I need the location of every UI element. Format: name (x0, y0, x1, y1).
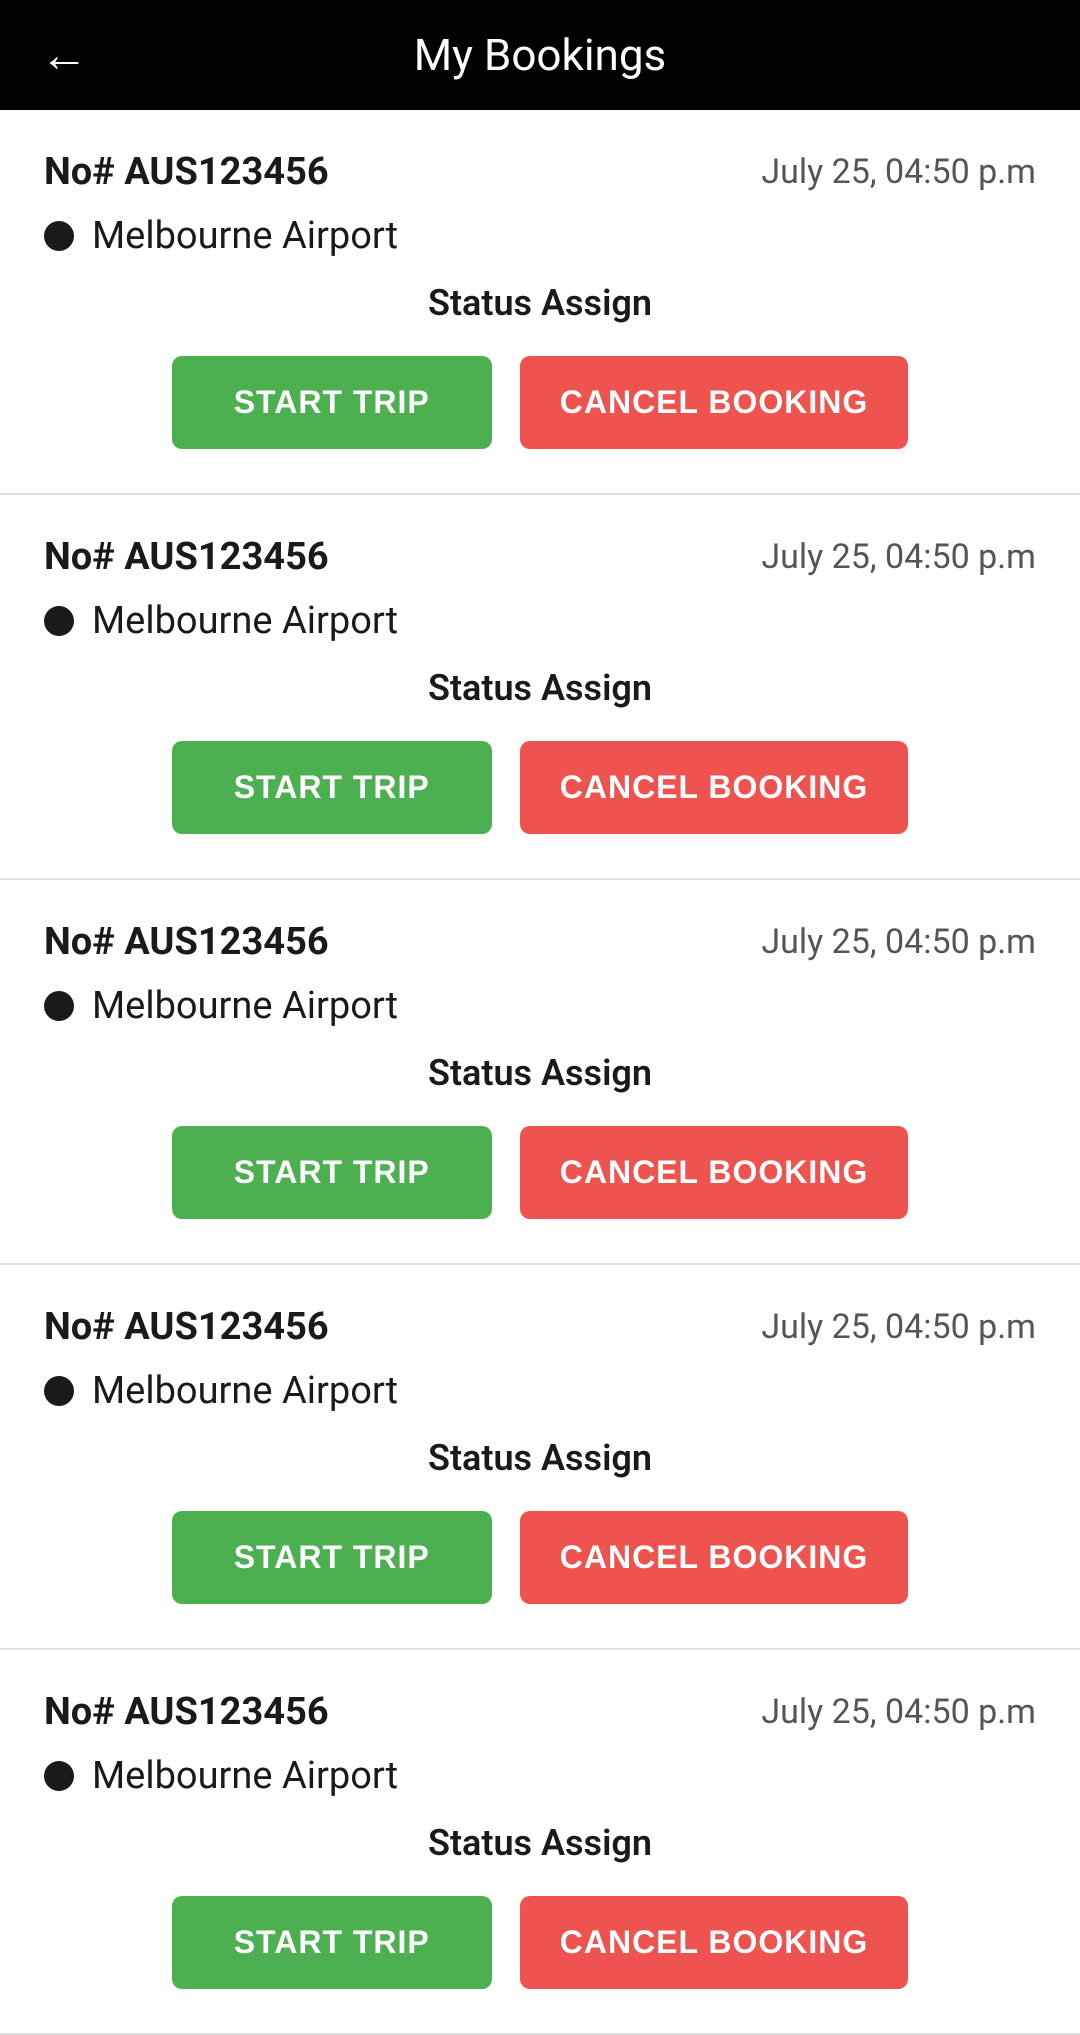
booking-item-1: No# AUS123456 July 25, 04:50 p.m Melbour… (0, 110, 1080, 495)
booking-item-4: No# AUS123456 July 25, 04:50 p.m Melbour… (0, 1265, 1080, 1650)
status-label-1: Status Assign (44, 282, 1036, 324)
booking-actions-2: START TRIP CANCEL BOOKING (44, 741, 1036, 834)
booking-header-1: No# AUS123456 July 25, 04:50 p.m (44, 150, 1036, 194)
booking-date-5: July 25, 04:50 p.m (761, 1692, 1036, 1732)
cancel-booking-button-5[interactable]: CANCEL BOOKING (520, 1896, 909, 1989)
location-dot-icon-4 (44, 1376, 74, 1406)
booking-header-5: No# AUS123456 July 25, 04:50 p.m (44, 1690, 1036, 1734)
booking-location-2: Melbourne Airport (44, 599, 1036, 643)
location-dot-icon-1 (44, 221, 74, 251)
booking-location-1: Melbourne Airport (44, 214, 1036, 258)
page-title: My Bookings (414, 29, 666, 81)
location-dot-icon-3 (44, 991, 74, 1021)
booking-item-3: No# AUS123456 July 25, 04:50 p.m Melbour… (0, 880, 1080, 1265)
location-name-5: Melbourne Airport (92, 1754, 398, 1798)
booking-actions-3: START TRIP CANCEL BOOKING (44, 1126, 1036, 1219)
status-label-3: Status Assign (44, 1052, 1036, 1094)
start-trip-button-4[interactable]: START TRIP (172, 1511, 492, 1604)
booking-actions-4: START TRIP CANCEL BOOKING (44, 1511, 1036, 1604)
booking-number-5: No# AUS123456 (44, 1690, 329, 1734)
booking-item-2: No# AUS123456 July 25, 04:50 p.m Melbour… (0, 495, 1080, 880)
location-name-1: Melbourne Airport (92, 214, 398, 258)
booking-item-5: No# AUS123456 July 25, 04:50 p.m Melbour… (0, 1650, 1080, 2035)
booking-actions-5: START TRIP CANCEL BOOKING (44, 1896, 1036, 1989)
cancel-booking-button-1[interactable]: CANCEL BOOKING (520, 356, 909, 449)
location-name-3: Melbourne Airport (92, 984, 398, 1028)
cancel-booking-button-3[interactable]: CANCEL BOOKING (520, 1126, 909, 1219)
booking-date-1: July 25, 04:50 p.m (761, 152, 1036, 192)
booking-header-4: No# AUS123456 July 25, 04:50 p.m (44, 1305, 1036, 1349)
booking-location-4: Melbourne Airport (44, 1369, 1036, 1413)
location-dot-icon-2 (44, 606, 74, 636)
booking-actions-1: START TRIP CANCEL BOOKING (44, 356, 1036, 449)
status-label-5: Status Assign (44, 1822, 1036, 1864)
app-header: ← My Bookings (0, 0, 1080, 110)
start-trip-button-3[interactable]: START TRIP (172, 1126, 492, 1219)
booking-header-2: No# AUS123456 July 25, 04:50 p.m (44, 535, 1036, 579)
status-label-2: Status Assign (44, 667, 1036, 709)
booking-date-2: July 25, 04:50 p.m (761, 537, 1036, 577)
booking-number-1: No# AUS123456 (44, 150, 329, 194)
location-name-4: Melbourne Airport (92, 1369, 398, 1413)
location-name-2: Melbourne Airport (92, 599, 398, 643)
booking-number-2: No# AUS123456 (44, 535, 329, 579)
cancel-booking-button-2[interactable]: CANCEL BOOKING (520, 741, 909, 834)
booking-number-3: No# AUS123456 (44, 920, 329, 964)
start-trip-button-5[interactable]: START TRIP (172, 1896, 492, 1989)
booking-date-3: July 25, 04:50 p.m (761, 922, 1036, 962)
booking-number-4: No# AUS123456 (44, 1305, 329, 1349)
start-trip-button-2[interactable]: START TRIP (172, 741, 492, 834)
booking-date-4: July 25, 04:50 p.m (761, 1307, 1036, 1347)
booking-list: No# AUS123456 July 25, 04:50 p.m Melbour… (0, 110, 1080, 2035)
status-label-4: Status Assign (44, 1437, 1036, 1479)
location-dot-icon-5 (44, 1761, 74, 1791)
back-button[interactable]: ← (40, 31, 88, 79)
start-trip-button-1[interactable]: START TRIP (172, 356, 492, 449)
booking-location-5: Melbourne Airport (44, 1754, 1036, 1798)
cancel-booking-button-4[interactable]: CANCEL BOOKING (520, 1511, 909, 1604)
booking-location-3: Melbourne Airport (44, 984, 1036, 1028)
booking-header-3: No# AUS123456 July 25, 04:50 p.m (44, 920, 1036, 964)
